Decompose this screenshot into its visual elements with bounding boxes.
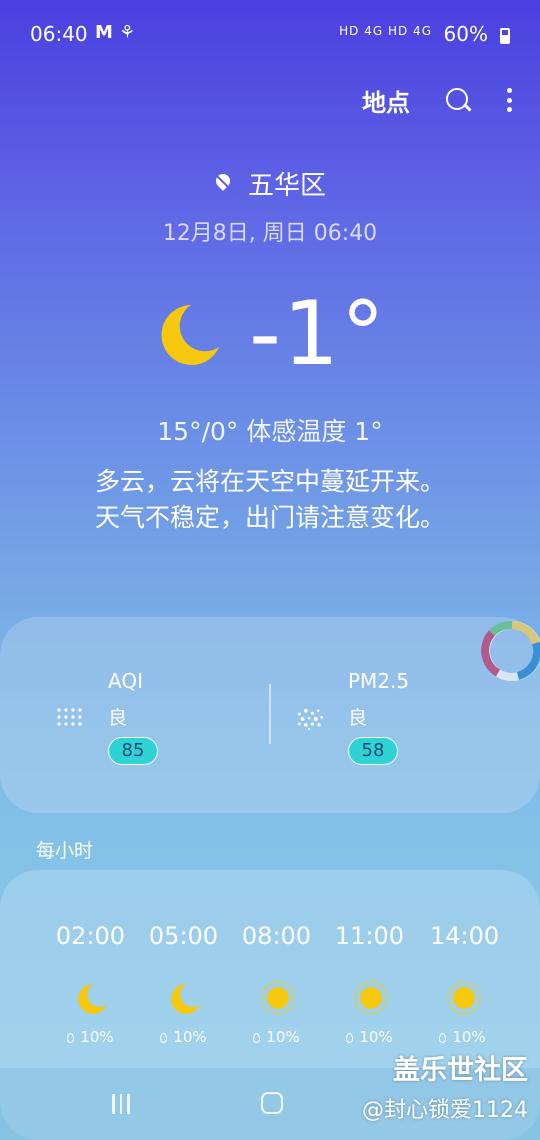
home-button[interactable] [261,1092,283,1114]
recent-apps-button[interactable] [112,1094,130,1114]
sun-icon [447,981,481,1015]
current-temperature: -1° [249,282,387,385]
battery-icon [500,28,510,44]
pm25-value-badge: 58 [348,737,398,765]
description-line-1: 多云，云将在天空中蔓延开来。 [94,467,445,496]
watermark-title: 盖乐世社区 [393,1055,528,1086]
notification-icons: M ⚘ [95,22,136,43]
hour-time: 02:00 [55,922,126,950]
precip-value: 10% [173,1028,207,1046]
aqi-label: AQI [108,669,143,693]
location-row[interactable]: 五华区 [0,165,540,202]
aqi-value-badge: 85 [108,737,158,765]
pm25-level: 良 [348,707,368,729]
hour-precipitation: 10% [44,1028,137,1046]
header-actions: 地点 [362,80,512,120]
pm25-label: PM2.5 [348,669,410,693]
droplet-icon [346,1033,354,1043]
droplet-icon [439,1033,447,1043]
description-line-2: 天气不稳定，出门请注意变化。 [94,503,445,532]
hour-time: 11:00 [334,922,405,950]
moon-icon [78,984,107,1014]
more-vert-icon[interactable] [506,86,512,114]
status-bar: 06:40 M ⚘ HD 4G HD 4G 60% [0,0,540,70]
hi-lo-feels-like: 15°/0° 体感温度 1° [157,417,383,446]
search-icon[interactable] [444,86,472,114]
sun-icon [354,981,388,1015]
precip-value: 10% [452,1028,486,1046]
status-time: 06:40 [30,22,88,46]
battery-percent: 60% [443,22,488,46]
floating-ring-icon[interactable] [478,617,540,681]
watermark-author: @封心锁爱1124 [362,1098,528,1123]
hour-time: 05:00 [148,922,219,950]
precip-value: 10% [80,1028,114,1046]
hour-precipitation: 10% [323,1028,416,1046]
hour-time: 08:00 [241,922,312,950]
droplet-icon [253,1033,261,1043]
moon-icon [161,304,220,365]
droplet-icon [160,1033,168,1043]
pm25-dots-icon [297,708,323,731]
date-time: 12月8日, 周日 06:40 [162,221,378,246]
location-off-icon [214,174,234,194]
hour-time: 14:00 [430,922,500,950]
precip-value: 10% [266,1028,300,1046]
weather-description: 多云，云将在天空中蔓延开来。 天气不稳定，出门请注意变化。 [0,464,540,536]
location-name: 五华区 [247,171,326,201]
droplet-icon [67,1033,75,1043]
hour-precipitation: 10% [137,1028,230,1046]
aqi-level: 良 [108,707,128,729]
hourly-title: 每小时 [36,840,94,862]
aqi-dots-icon [57,708,82,726]
moon-icon [171,984,200,1014]
air-divider [269,684,271,744]
air-quality-card[interactable]: AQI 良 85 PM2.5 良 58 [0,617,540,813]
precip-value: 10% [359,1028,393,1046]
current-weather: -1° [0,282,540,385]
sun-icon [261,981,295,1015]
signal-indicators: HD 4G HD 4G [339,24,432,38]
hour-precipitation: 10% [416,1028,509,1046]
hour-precipitation: 10% [230,1028,323,1046]
locations-button[interactable]: 地点 [362,83,410,118]
